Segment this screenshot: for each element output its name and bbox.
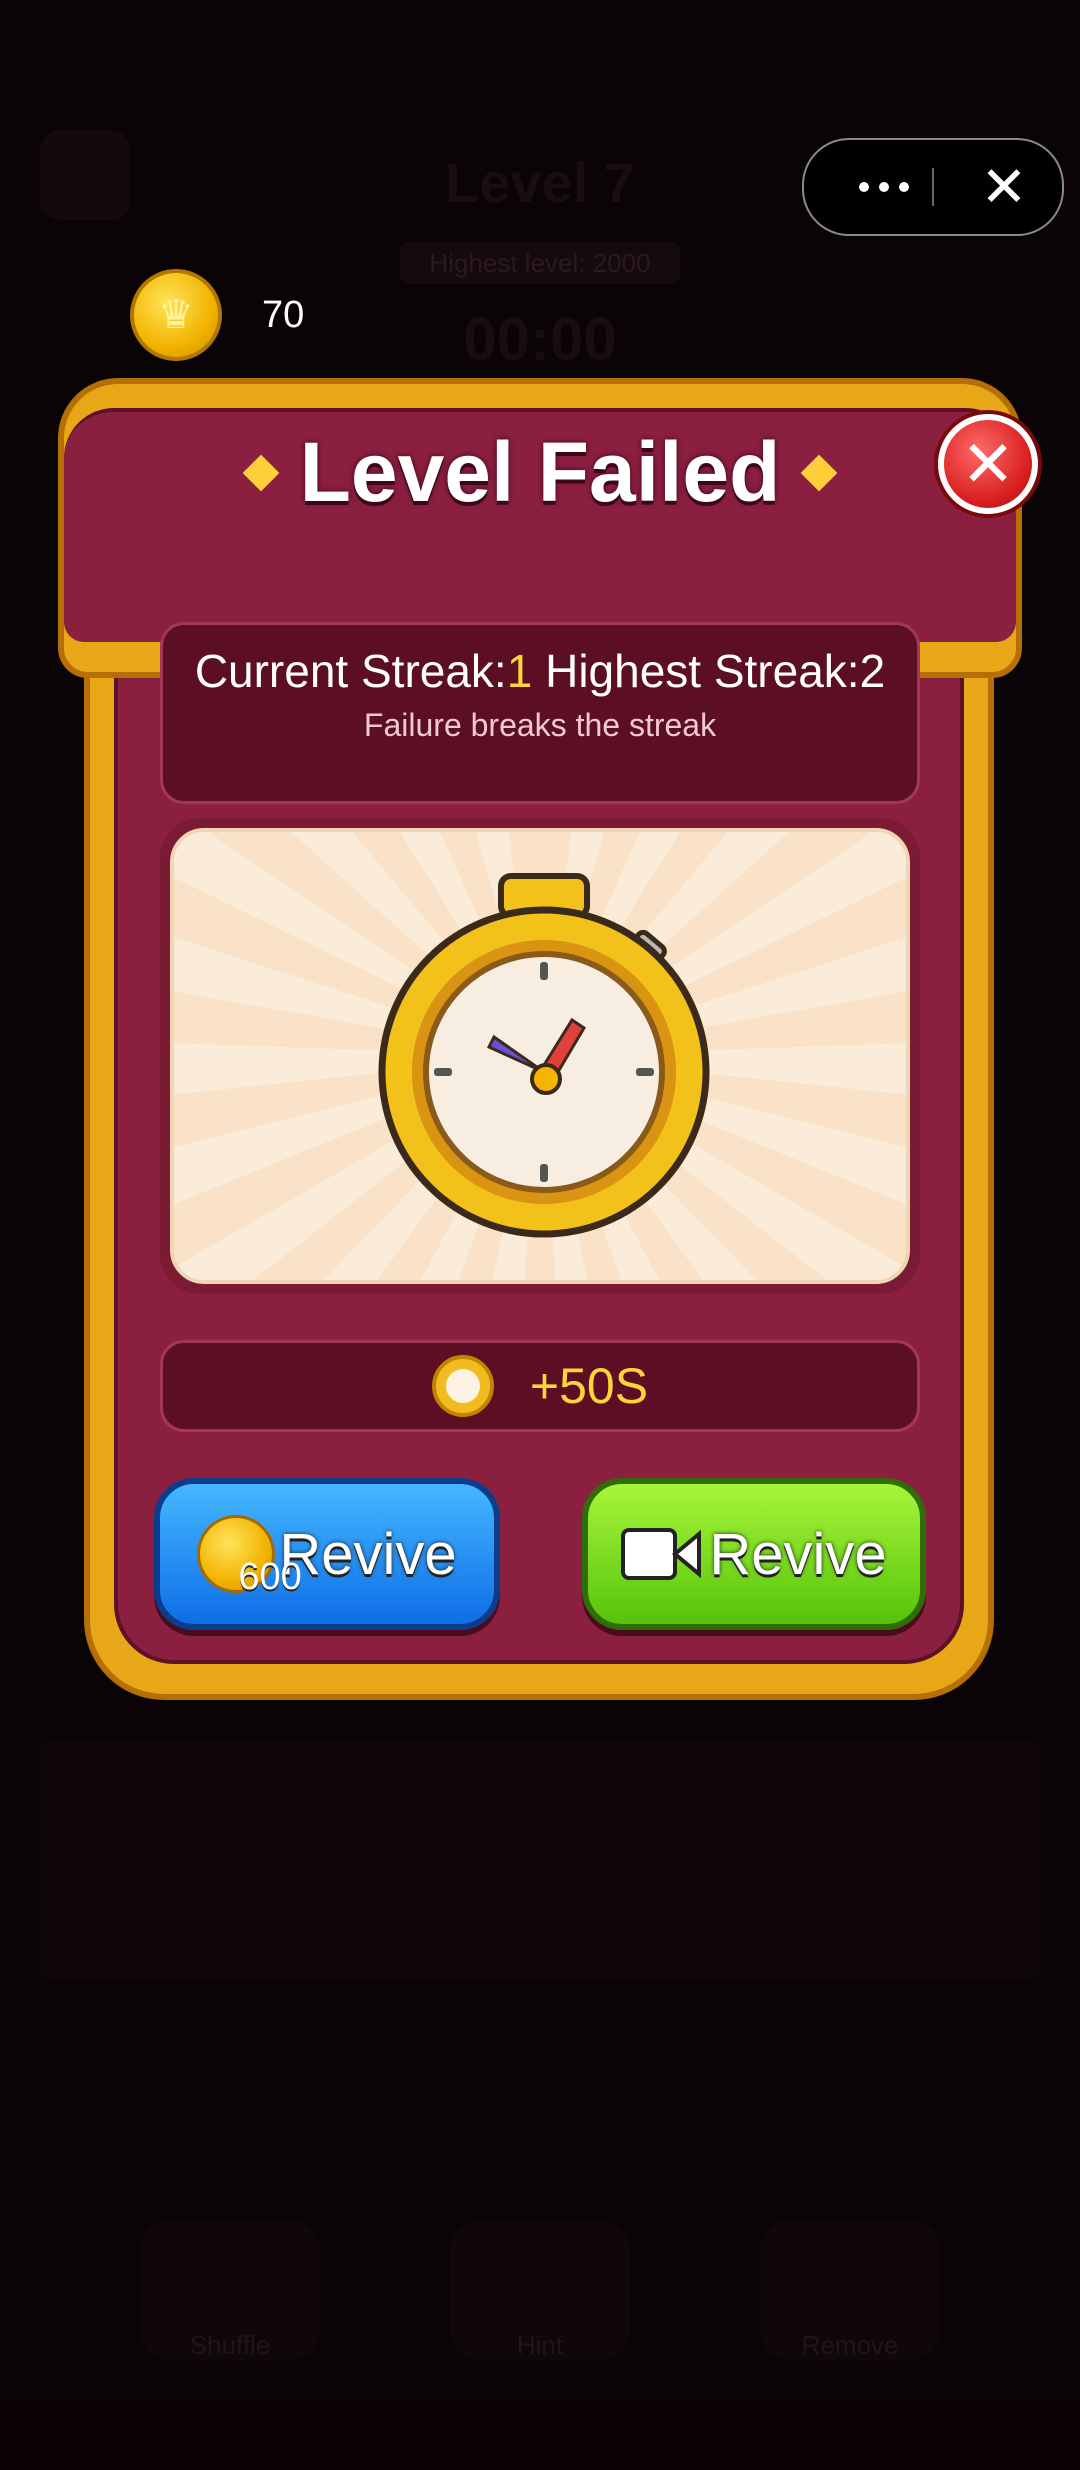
illustration-background: [170, 828, 910, 1284]
dialog-title-text: Level Failed: [299, 425, 781, 519]
capsule-divider: [932, 168, 934, 206]
streak-current: 1: [506, 645, 533, 697]
coin-counter: ♛ 70: [130, 269, 305, 361]
streak-highest: 2: [859, 645, 886, 697]
tool-hint: Hint: [450, 2220, 630, 2360]
stopwatch-icon: [378, 873, 710, 1238]
close-dialog-button[interactable]: ✕: [938, 414, 1038, 514]
streak-note: Failure breaks the streak: [363, 707, 717, 743]
streak-line: Current Streak:1 Highest Streak:2: [163, 643, 917, 699]
streak-box: Current Streak:1 Highest Streak:2 Failur…: [160, 622, 920, 804]
diamond-icon: [801, 454, 838, 492]
menu-capsule: ✕: [802, 138, 1064, 236]
revive-video-label: Revive: [709, 1521, 887, 1587]
stopwatch-small-icon: [431, 1355, 494, 1417]
tool-remove: Remove: [760, 2220, 940, 2360]
streak-highest-label: Highest Streak:: [532, 645, 860, 697]
crown-coin-icon: ♛: [130, 269, 222, 361]
game-board: [40, 1740, 1040, 1980]
diamond-icon: [242, 454, 279, 492]
reward-text: +50S: [529, 1358, 649, 1414]
level-hint: Highest level: 2000: [400, 242, 680, 284]
coin-value: 70: [262, 293, 305, 336]
revive-coins-button[interactable]: 600 Revive: [154, 1478, 500, 1630]
tool-shuffle: Shuffle: [140, 2220, 320, 2360]
ellipsis-icon[interactable]: [834, 140, 934, 234]
illustration-frame: [160, 818, 920, 1294]
video-camera-icon: [621, 1528, 702, 1580]
tool-bar: Shuffle Hint Remove: [0, 2220, 1080, 2380]
streak-label: Current Streak:: [194, 645, 507, 697]
revive-video-button[interactable]: Revive: [582, 1478, 926, 1630]
crown-coin-icon: 600: [197, 1515, 302, 1598]
reward-box: +50S: [160, 1340, 920, 1432]
revive-coins-label: Revive: [279, 1521, 457, 1587]
dialog-title: Level Failed: [64, 424, 1016, 521]
close-icon[interactable]: ✕: [954, 140, 1054, 234]
revive-coin-cost: 600: [238, 1556, 302, 1598]
